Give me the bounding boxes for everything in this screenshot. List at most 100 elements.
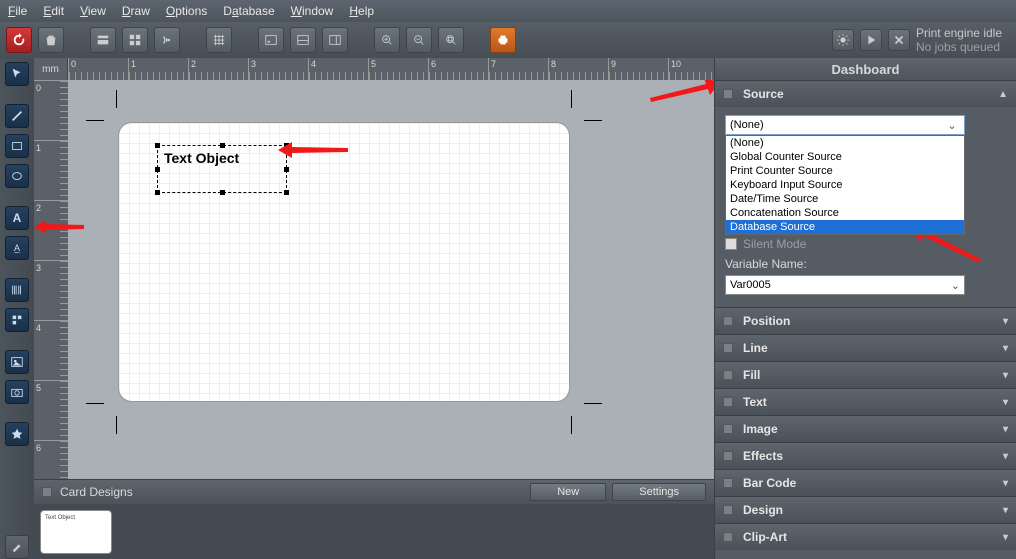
source-option[interactable]: Keyboard Input Source xyxy=(726,178,964,192)
engine-stop-button[interactable] xyxy=(888,29,910,51)
engine-settings-button[interactable] xyxy=(832,29,854,51)
section-title: Image xyxy=(743,422,778,436)
text-tool[interactable]: A xyxy=(5,206,29,230)
print-status-line2: No jobs queued xyxy=(916,40,1002,54)
panel-collapse-icon[interactable] xyxy=(42,487,52,497)
menu-window[interactable]: Window xyxy=(291,4,334,18)
section-header[interactable]: Position ▾ xyxy=(715,308,1016,334)
menu-options[interactable]: Options xyxy=(166,4,207,18)
section-header[interactable]: Line ▾ xyxy=(715,335,1016,361)
source-option[interactable]: Concatenation Source xyxy=(726,206,964,220)
card-surface[interactable]: Text Object xyxy=(118,122,570,402)
line-tool[interactable] xyxy=(5,104,29,128)
layout-button-2[interactable] xyxy=(290,27,316,53)
engine-play-button[interactable] xyxy=(860,29,882,51)
trash-button[interactable] xyxy=(38,27,64,53)
silent-mode-row: Silent Mode xyxy=(725,237,1006,251)
section-toggle-icon xyxy=(723,370,733,380)
section-header[interactable]: Fill▾ xyxy=(715,362,1016,388)
layout-button-3[interactable] xyxy=(322,27,348,53)
variable-name-combo[interactable]: Var0005 ⌄ xyxy=(725,275,965,295)
source-option[interactable]: Global Counter Source xyxy=(726,150,964,164)
chevron-down-icon: ▾ xyxy=(1003,343,1008,354)
chevron-down-icon: ▾ xyxy=(1003,316,1008,327)
section-toggle-icon xyxy=(723,397,733,407)
db-broadcast-button[interactable] xyxy=(154,27,180,53)
rtf-tool[interactable]: A̲ xyxy=(5,236,29,260)
text-object-label: Text Object xyxy=(164,150,239,166)
section-title: Clip-Art xyxy=(743,530,787,544)
section-title: Effects xyxy=(743,449,783,463)
ruler-unit: mm xyxy=(34,58,68,80)
menu-view[interactable]: View xyxy=(80,4,106,18)
toolbar: Print engine idle No jobs queued xyxy=(0,22,1016,58)
menu-database[interactable]: Database xyxy=(223,4,274,18)
section-header[interactable]: Effects ▾ xyxy=(715,443,1016,469)
design-canvas[interactable]: Text Object xyxy=(68,80,714,479)
2d-barcode-tool[interactable] xyxy=(5,308,29,332)
silent-mode-checkbox[interactable] xyxy=(725,238,737,250)
grid-toggle-button[interactable] xyxy=(206,27,232,53)
menu-file[interactable]: File xyxy=(8,4,27,18)
section-title: Design xyxy=(743,503,783,517)
text-object[interactable]: Text Object xyxy=(157,145,287,193)
section-header[interactable]: Text▾ xyxy=(715,389,1016,415)
image-tool[interactable] xyxy=(5,350,29,374)
new-design-button[interactable]: New xyxy=(530,483,606,501)
db-table-button[interactable] xyxy=(90,27,116,53)
rect-tool[interactable] xyxy=(5,134,29,158)
section-source: Source ▲ (None) ⌄ (None)Global Counter S… xyxy=(715,80,1016,307)
vertical-ruler: 0123456 xyxy=(34,80,68,479)
paint-tool[interactable] xyxy=(5,535,29,559)
settings-design-button[interactable]: Settings xyxy=(612,483,706,501)
print-status: Print engine idle No jobs queued xyxy=(832,26,1010,54)
section-header[interactable]: Clip-Art ▾ xyxy=(715,524,1016,550)
design-thumbnail[interactable]: Text Object xyxy=(40,510,112,554)
chevron-down-icon: ⌄ xyxy=(951,279,960,292)
refresh-button[interactable] xyxy=(6,27,32,53)
variable-name-value: Var0005 xyxy=(730,279,771,291)
section-header[interactable]: Bar Code▾ xyxy=(715,470,1016,496)
select-tool[interactable] xyxy=(5,62,29,86)
zoom-in-button[interactable] xyxy=(374,27,400,53)
layout-button-1[interactable] xyxy=(258,27,284,53)
ellipse-tool[interactable] xyxy=(5,164,29,188)
section-title: Position xyxy=(743,314,790,328)
section-header-source[interactable]: Source ▲ xyxy=(715,81,1016,107)
section-toggle-icon xyxy=(723,505,733,515)
horizontal-ruler: 01234567891011 xyxy=(68,58,714,80)
source-combo-value: (None) xyxy=(730,119,764,131)
source-option[interactable]: Database Source xyxy=(726,220,964,234)
chevron-down-icon: ▾ xyxy=(1003,451,1008,462)
section-toggle-icon xyxy=(723,478,733,488)
chevron-down-icon: ▾ xyxy=(1003,532,1008,543)
source-option[interactable]: (None) xyxy=(726,136,964,150)
section-toggle-icon xyxy=(723,89,733,99)
source-combo[interactable]: (None) ⌄ xyxy=(725,115,965,135)
chevron-down-icon: ▾ xyxy=(1003,370,1008,381)
barcode-tool[interactable] xyxy=(5,278,29,302)
print-button[interactable] xyxy=(490,27,516,53)
section-title: Bar Code xyxy=(743,476,796,490)
chevron-down-icon: ▾ xyxy=(1003,505,1008,516)
section-header[interactable]: Design ▾ xyxy=(715,497,1016,523)
camera-tool[interactable] xyxy=(5,380,29,404)
section-title: Line xyxy=(743,341,768,355)
variable-name-label: Variable Name: xyxy=(725,257,1006,271)
menu-draw[interactable]: Draw xyxy=(122,4,150,18)
menu-edit[interactable]: Edit xyxy=(43,4,64,18)
dashboard-title: Dashboard xyxy=(715,58,1016,80)
dashboard-panel: Dashboard Source ▲ (None) ⌄ (None)Global… xyxy=(714,58,1016,559)
section-toggle-icon xyxy=(723,343,733,353)
section-title-source: Source xyxy=(743,87,784,101)
zoom-fit-button[interactable] xyxy=(438,27,464,53)
zoom-out-button[interactable] xyxy=(406,27,432,53)
source-option[interactable]: Date/Time Source xyxy=(726,192,964,206)
db-grid-button[interactable] xyxy=(122,27,148,53)
source-option[interactable]: Print Counter Source xyxy=(726,164,964,178)
section-header[interactable]: Image▾ xyxy=(715,416,1016,442)
card-designs-title: Card Designs xyxy=(60,485,133,499)
clipart-tool[interactable] xyxy=(5,422,29,446)
source-dropdown-list[interactable]: (None)Global Counter SourcePrint Counter… xyxy=(725,135,965,235)
menu-help[interactable]: Help xyxy=(349,4,374,18)
